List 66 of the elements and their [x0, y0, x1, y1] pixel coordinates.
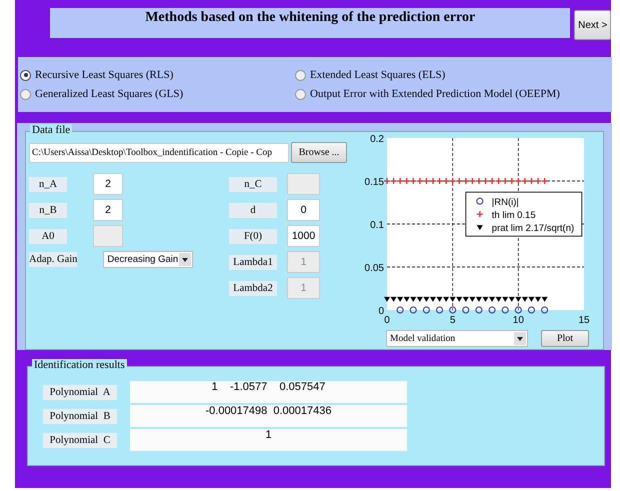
circle-marker — [396, 306, 404, 314]
field-label: A0 — [29, 228, 67, 244]
field-label: Lambda1 — [229, 254, 277, 270]
polynomial-label: Polynomial B — [43, 408, 117, 424]
input-field[interactable]: 1000 — [287, 225, 320, 247]
tick-label: 0.2 — [370, 134, 384, 145]
group-title: Identification results — [32, 359, 127, 371]
result-field: 1 — [130, 429, 407, 451]
circle-marker — [488, 306, 496, 314]
radio-button[interactable] — [295, 70, 306, 80]
radio-label: Output Error with Extended Prediction Model (OEEPM) — [310, 88, 560, 100]
tick-label: 0.15 — [364, 177, 384, 188]
radio-button[interactable] — [295, 88, 306, 100]
field-label: n_A — [29, 176, 67, 192]
result-field: -0.00017498 0.00017436 — [130, 405, 407, 427]
chart-legend: |RN(i)| th lim 0.15 prat lim 2.17/sqrt(n) — [465, 192, 582, 237]
circle-marker — [514, 306, 522, 314]
legend-label: prat lim 2.17/sqrt(n) — [492, 223, 574, 234]
input-field[interactable]: 0 — [287, 199, 320, 221]
tick-label: 0 — [384, 315, 390, 326]
next-button[interactable]: Next > — [574, 10, 611, 40]
legend-label: th lim 0.15 — [492, 210, 536, 222]
plot-button[interactable]: Plot — [541, 330, 589, 347]
circle-marker — [410, 306, 417, 314]
result-field: 1 -1.0577 0.057547 — [130, 381, 407, 403]
polynomial-label: Polynomial A — [43, 384, 117, 400]
circle-marker — [528, 306, 535, 314]
input-field[interactable]: 2 — [93, 199, 123, 221]
legend-marker — [476, 225, 483, 230]
legend-marker — [476, 198, 484, 205]
polynomial-label: Polynomial C — [43, 432, 117, 448]
caret-icon — [514, 332, 526, 345]
legend-label: |RN(i)| — [492, 197, 519, 208]
tick-label: 5 — [450, 315, 456, 326]
radio-label: Generalized Least Squares (GLS) — [35, 88, 184, 100]
circle-marker — [449, 306, 456, 314]
radio-label: Extended Least Squares (ELS) — [310, 69, 446, 81]
caret-icon — [179, 253, 192, 266]
group-title: Data file — [30, 124, 72, 136]
tick-label: 15 — [578, 315, 590, 326]
tick-label: 0.05 — [364, 263, 384, 274]
field-label: Lambda2 — [229, 280, 277, 296]
tick-label: 10 — [512, 315, 524, 326]
field-label: n_B — [29, 202, 67, 218]
field-label: d — [229, 202, 277, 218]
circle-marker — [422, 306, 430, 314]
browse-button[interactable]: Browse ... — [291, 142, 347, 163]
gain-dropdown[interactable]: Decreasing Gain — [103, 251, 194, 268]
legend-marker — [476, 210, 484, 218]
input-field[interactable]: 2 — [93, 173, 123, 195]
field-label: n_C — [229, 176, 277, 192]
circle-marker — [436, 306, 444, 314]
circle-marker — [462, 306, 470, 314]
circle-marker — [475, 306, 482, 314]
tick-label: 0.1 — [370, 220, 384, 231]
tick-label: 0 — [378, 306, 384, 317]
field-label: Adap. Gain — [29, 252, 78, 267]
plot-type-dropdown[interactable]: Model validation — [386, 330, 528, 347]
circle-marker — [541, 306, 548, 314]
field-label: F(0) — [229, 228, 277, 244]
circle-marker — [502, 306, 509, 314]
radio-button[interactable] — [20, 88, 31, 100]
window-title: Methods based on the whitening of the prediction error — [50, 8, 570, 38]
radio-button[interactable] — [20, 70, 31, 80]
radio-label: Recursive Least Squares (RLS) — [35, 69, 174, 81]
path-field[interactable]: C:\Users\Aissa\Desktop\Toolbox_indentification - Copie - Cop — [29, 142, 289, 162]
